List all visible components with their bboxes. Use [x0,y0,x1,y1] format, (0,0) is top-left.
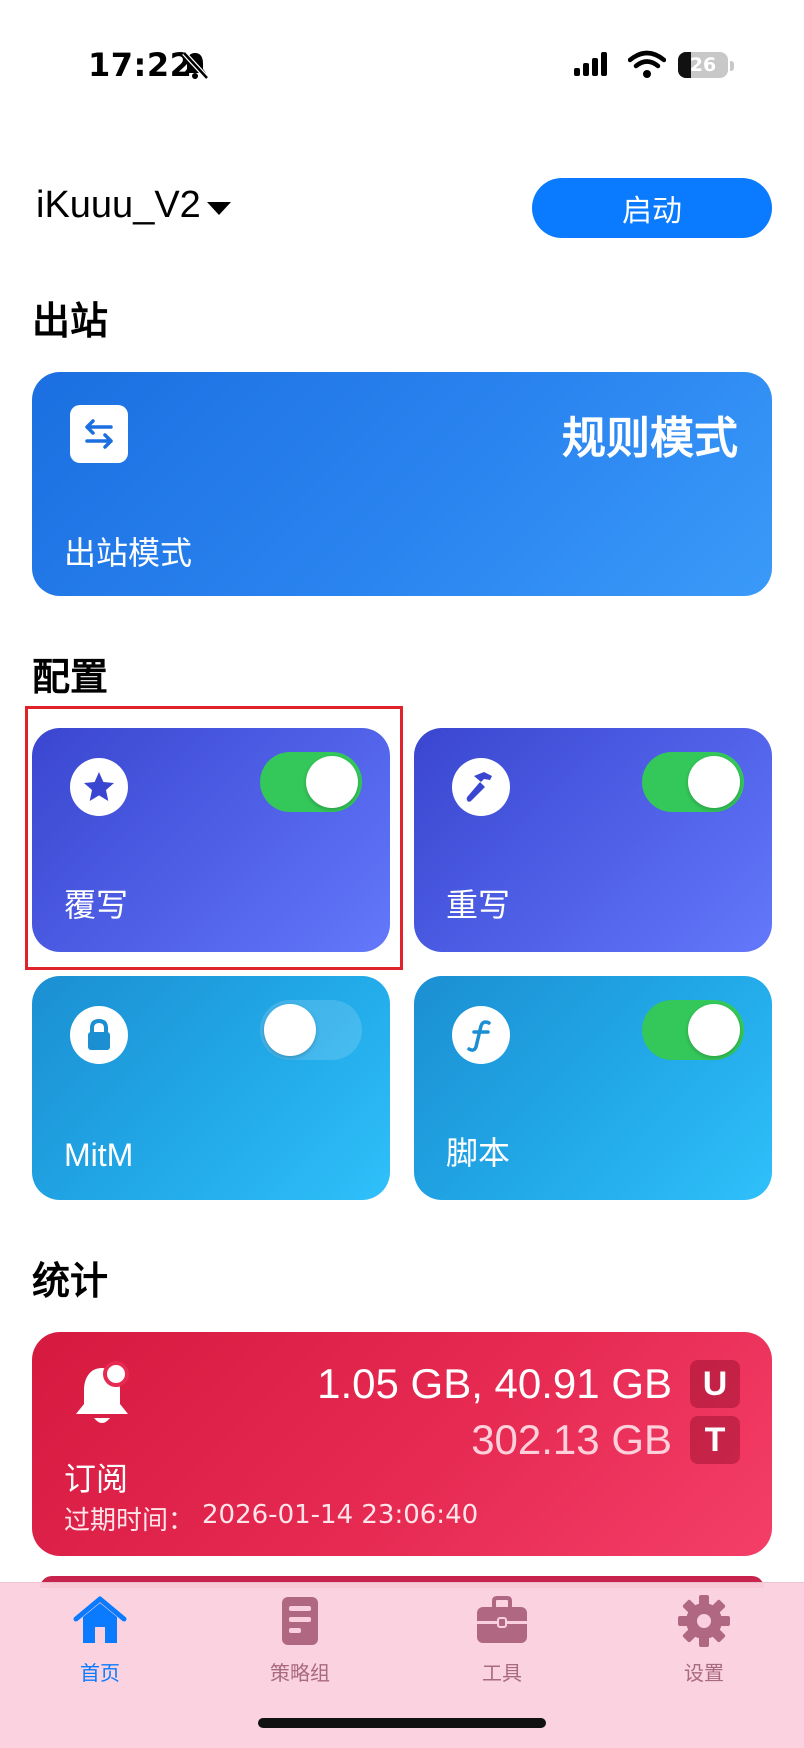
section-title-stats: 统计 [32,1259,109,1303]
section-title-outbound: 出站 [32,299,109,343]
tab-policy-groups[interactable]: 策略组 [230,1593,370,1686]
section-title-config: 配置 [32,655,109,699]
home-indicator [258,1718,546,1728]
bell-badge-icon [76,1361,129,1423]
traffic-row-usage: 1.05 GB, 40.91 GB U [317,1360,740,1408]
arrows-swap-icon [70,405,128,463]
wifi-icon [628,50,666,78]
lock-icon [70,1006,128,1064]
traffic-row-total: 302.13 GB T [471,1416,740,1464]
caret-down-icon [206,201,231,215]
tab-tools[interactable]: 工具 [432,1593,572,1686]
config-tile-script[interactable]: 脚本 [414,976,772,1200]
document-icon [282,1597,318,1645]
toolbox-icon [477,1596,527,1643]
script-label: 脚本 [446,1135,511,1171]
signal-icon [574,52,607,76]
expire-value: 2026-01-14 23:06:40 [202,1500,479,1530]
subscription-label: 订阅 [64,1460,129,1498]
total-badge: T [690,1416,740,1464]
mitm-label: MitM [64,1137,134,1173]
outbound-mode-value: 规则模式 [562,413,738,464]
tab-settings[interactable]: 设置 [634,1593,774,1686]
function-icon [452,1006,510,1064]
outbound-mode-label: 出站模式 [64,534,193,572]
battery-indicator: 26 [678,50,734,80]
outbound-mode-card[interactable]: 规则模式 出站模式 [32,372,772,596]
usage-value: 1.05 GB, 40.91 GB [317,1360,672,1407]
subscription-card[interactable]: 1.05 GB, 40.91 GB U 302.13 GB T 订阅 过期时间：… [32,1332,772,1556]
profile-name: iKuuu_V2 [36,184,201,226]
status-time: 17:22 [88,46,193,84]
profile-selector[interactable]: iKuuu_V2 [36,184,233,227]
status-bar: 17:22 26 [0,0,804,130]
battery-level: 26 [689,54,717,76]
expire-label: 过期时间： [64,1506,195,1536]
rewrite-toggle[interactable] [642,752,744,812]
tab-home-label: 首页 [80,1661,120,1685]
tab-tools-label: 工具 [482,1661,522,1685]
mitm-toggle[interactable] [260,1000,362,1060]
tab-policy-groups-label: 策略组 [270,1661,330,1685]
hammer-icon [452,758,510,816]
script-toggle[interactable] [642,1000,744,1060]
start-button[interactable]: 启动 [532,178,772,238]
home-icon [73,1596,127,1643]
rewrite-label: 重写 [446,887,511,923]
bell-slash-icon [182,51,209,80]
config-tile-rewrite[interactable]: 重写 [414,728,772,952]
tab-settings-label: 设置 [684,1661,724,1685]
usage-badge: U [690,1360,740,1408]
gear-icon [678,1595,730,1647]
total-value: 302.13 GB [471,1416,672,1463]
tab-home[interactable]: 首页 [30,1593,170,1686]
selection-highlight [25,706,403,970]
config-tile-mitm[interactable]: MitM [32,976,390,1200]
expire-info: 过期时间： 2026-01-14 23:06:40 [64,1500,478,1537]
